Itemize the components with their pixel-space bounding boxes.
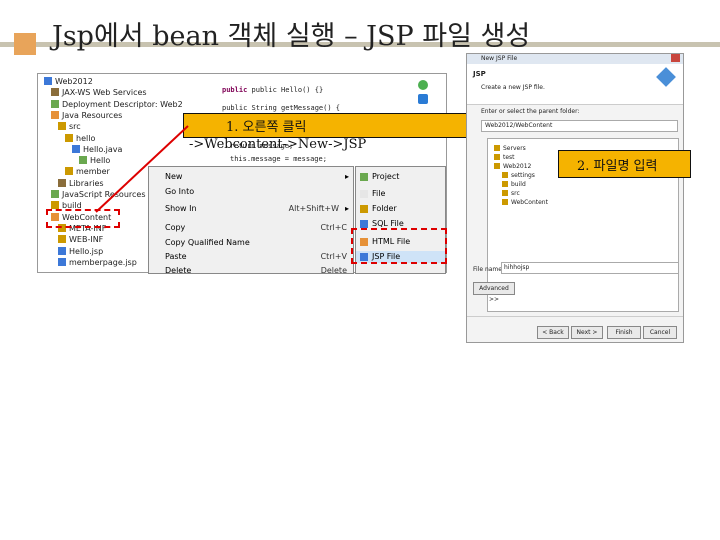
- filename-label: File name:: [473, 266, 504, 273]
- folder-icon: [494, 154, 500, 160]
- dialog-window-title: New JSP File: [481, 55, 518, 62]
- parent-folder-label: Enter or select the parent folder:: [481, 108, 580, 115]
- folder-icon: [502, 172, 508, 178]
- filename-input[interactable]: hihhojsp: [501, 262, 679, 274]
- new-jsp-dialog: New JSP File JSP Create a new JSP file. …: [466, 53, 684, 343]
- cancel-button[interactable]: Cancel: [643, 326, 677, 339]
- advanced-button[interactable]: Advanced >>: [473, 282, 515, 303]
- folder-label: Web2012: [503, 163, 532, 170]
- folder-icon: [502, 199, 508, 205]
- dialog-description: Create a new JSP file.: [481, 84, 545, 91]
- dialog-titlebar: New JSP File: [467, 54, 683, 64]
- folder-label: test: [503, 154, 515, 161]
- dialog-separator: [467, 316, 683, 317]
- folder-label: build: [511, 181, 526, 188]
- folder-icon: [502, 190, 508, 196]
- folder-icon: [494, 163, 500, 169]
- folder-label: settings: [511, 172, 535, 179]
- jsp-wizard-icon: [656, 67, 676, 87]
- dialog-header: JSP Create a new JSP file.: [467, 64, 683, 105]
- folder-label: src: [511, 190, 520, 197]
- parent-folder-input[interactable]: Web2012/WebContent: [481, 120, 678, 132]
- next-button[interactable]: Next >: [571, 326, 603, 339]
- connector-line-1: [95, 125, 189, 213]
- folder-label: WebContent: [511, 199, 548, 206]
- folder-item[interactable]: WebContent: [502, 197, 548, 208]
- dialog-header-title: JSP: [473, 70, 486, 78]
- folder-icon: [502, 181, 508, 187]
- folder-label: Servers: [503, 145, 526, 152]
- folder-icon: [494, 145, 500, 151]
- finish-button[interactable]: Finish: [607, 326, 641, 339]
- callout-step2-text: 2. 파일명 입력: [577, 159, 658, 174]
- back-button[interactable]: < Back: [537, 326, 569, 339]
- close-icon[interactable]: [671, 54, 680, 62]
